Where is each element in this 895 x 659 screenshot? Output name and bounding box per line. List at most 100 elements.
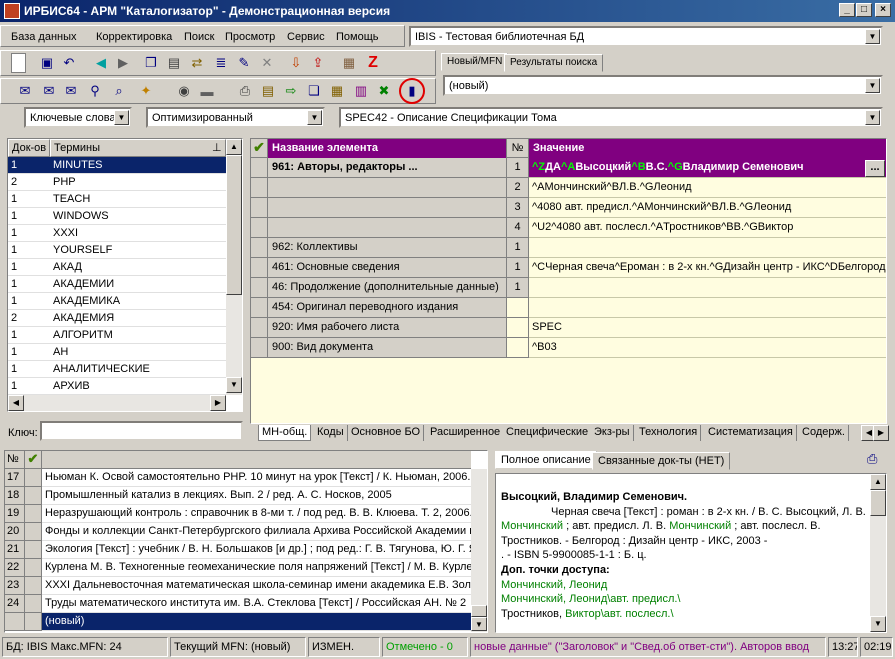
field-row[interactable]: 461: Основные сведения 1 ^CЧерная свеча^Eр… xyxy=(251,258,886,278)
chevron-down-icon[interactable]: ▼ xyxy=(865,29,880,44)
comment-add-icon[interactable]: ✉ xyxy=(39,81,59,101)
print-description-icon[interactable]: ⎙ xyxy=(867,451,885,469)
folder-icon[interactable]: ▬ xyxy=(197,81,217,101)
chevron-down-icon[interactable]: ▼ xyxy=(307,110,322,125)
field-row-marker[interactable] xyxy=(251,298,268,318)
scroll-down-icon[interactable]: ▼ xyxy=(226,377,242,393)
table-icon[interactable]: ▦ xyxy=(327,81,347,101)
output-icon[interactable]: ⇨ xyxy=(281,81,301,101)
search-mode-select[interactable]: Ключевые слова ▼ xyxy=(24,107,132,128)
field-row[interactable]: 900: Вид документа ^B03 xyxy=(251,338,886,358)
scroll-left-icon[interactable]: ◀ xyxy=(8,395,24,411)
term-row[interactable]: 1 WINDOWS xyxy=(8,208,226,225)
document-row[interactable]: 22 Курлена М. В. Техногенные геомеханичес… xyxy=(5,559,471,577)
tab-search-results[interactable]: Результаты поиска xyxy=(504,54,604,72)
term-row[interactable]: 1 АКАДЕМИКА xyxy=(8,293,226,310)
document-checkbox[interactable] xyxy=(25,595,42,613)
document-row[interactable]: 18 Промышленный катализ в лекциях. Вып. 2… xyxy=(5,487,471,505)
desc-access-3-link[interactable]: Виктор\авт. послесл.\ xyxy=(565,608,673,620)
description-scrollbar[interactable]: ▲ ▼ xyxy=(870,474,886,632)
term-row[interactable]: 1 АКАДЕМИИ xyxy=(8,276,226,293)
term-row[interactable]: 1 TEACH xyxy=(8,191,226,208)
tab-systematization[interactable]: Систематизация xyxy=(705,425,797,441)
term-row[interactable]: 1 АЛГОРИТМ xyxy=(8,327,226,344)
copy-icon[interactable]: ❏ xyxy=(304,81,324,101)
desc-access-2[interactable]: Мончинский, Леонид\авт. предисл.\ xyxy=(501,592,881,607)
arrow-left-icon[interactable]: ◀ xyxy=(91,53,111,73)
term-row[interactable]: 2 PHP xyxy=(8,174,226,191)
check-all-icon[interactable]: ✔ xyxy=(251,139,268,158)
field-value[interactable]: ^4080 авт. предисл.^AМончинский^BЛ.В.^GЛ… xyxy=(529,198,886,218)
col-field-value[interactable]: Значение xyxy=(529,139,886,158)
field-row-marker[interactable] xyxy=(251,238,268,258)
stack-records-icon[interactable]: ▤ xyxy=(164,53,184,73)
document-checkbox[interactable] xyxy=(25,559,42,577)
menu-search[interactable]: Поиск xyxy=(184,31,214,43)
field-value[interactable]: ^CЧерная свеча^Eроман : в 2-х кн.^GДизай… xyxy=(529,258,886,278)
document-checkbox[interactable] xyxy=(25,541,42,559)
worksheet-select[interactable]: SPEC42 - Описание Спецификации Тома ▼ xyxy=(339,107,883,128)
undo-icon[interactable]: ↶ xyxy=(59,53,79,73)
close-button[interactable]: × xyxy=(875,3,891,17)
field-value[interactable]: ^AМончинский^BЛ.В.^GЛеонид xyxy=(529,178,886,198)
field-row-marker[interactable] xyxy=(251,198,268,218)
arrow-right-icon[interactable]: ▶ xyxy=(113,53,133,73)
scroll-thumb[interactable] xyxy=(226,155,242,295)
menu-service[interactable]: Сервис xyxy=(287,31,325,43)
scroll-down-icon[interactable]: ▼ xyxy=(471,617,487,631)
field-row[interactable]: 962: Коллективы 1 xyxy=(251,238,886,258)
term-row[interactable]: 1 АНАЛИТИЧЕСКИЕ xyxy=(8,361,226,378)
col-doc-count[interactable]: Док-ов xyxy=(8,139,50,157)
document-row[interactable]: 21 Экология [Текст] : учебник / В. Н. Бол… xyxy=(5,541,471,559)
document-checkbox[interactable] xyxy=(25,613,42,631)
key-input[interactable] xyxy=(40,421,243,441)
chevron-down-icon[interactable]: ▼ xyxy=(865,78,880,93)
field-row-marker[interactable] xyxy=(251,278,268,298)
chevron-down-icon[interactable]: ▼ xyxy=(865,110,880,125)
view-icon[interactable]: ◉ xyxy=(174,81,194,101)
tab-scroll-right-icon[interactable]: ▶ xyxy=(873,425,889,441)
term-row[interactable]: 2 АКАДЕМИЯ xyxy=(8,310,226,327)
field-row-marker[interactable] xyxy=(251,178,268,198)
document-checkbox[interactable] xyxy=(25,505,42,523)
term-row[interactable]: 1 XXXI xyxy=(8,225,226,242)
save-icon[interactable]: ▣ xyxy=(37,53,57,73)
document-row[interactable]: 20 Фонды и коллекции Санкт-Петербургского… xyxy=(5,523,471,541)
print-icon[interactable]: ⎙ xyxy=(235,81,255,101)
field-edit-ellipsis-button[interactable]: ... xyxy=(865,160,885,177)
stats-icon[interactable]: ▥ xyxy=(351,81,371,101)
field-row-marker[interactable] xyxy=(251,318,268,338)
term-row[interactable]: 1 АН xyxy=(8,344,226,361)
document-checkbox[interactable] xyxy=(25,523,42,541)
export-icon[interactable]: ⇪ xyxy=(308,53,328,73)
field-row[interactable]: 961: Авторы, редакторы ... 1 ^ZДА^AВысоцки… xyxy=(251,158,886,178)
help-book-icon[interactable]: ▮ xyxy=(399,78,425,104)
maximize-button[interactable]: □ xyxy=(856,3,872,17)
document-row[interactable]: 24 Труды математического института им. В.… xyxy=(5,595,471,613)
docs-scrollbar[interactable]: ▼ xyxy=(471,469,487,632)
pin-icon[interactable]: ⊥ xyxy=(210,140,224,156)
field-value[interactable] xyxy=(529,278,886,298)
docs-check-icon[interactable]: ✔ xyxy=(25,451,42,469)
scroll-right-icon[interactable]: ▶ xyxy=(210,395,226,411)
new-record-select[interactable]: (новый) ▼ xyxy=(443,75,883,96)
tab-technology[interactable]: Технология xyxy=(636,425,702,441)
search-doc-icon[interactable]: ⌕ xyxy=(109,81,129,101)
tab-linked-docs[interactable]: Связанные док-ты (НЕТ) xyxy=(592,452,731,470)
terms-hscrollbar[interactable]: ◀ ▶ xyxy=(8,395,226,411)
scroll-up-icon[interactable]: ▲ xyxy=(870,474,886,490)
col-field-num[interactable]: № xyxy=(507,139,529,158)
field-row-marker[interactable] xyxy=(251,258,268,278)
field-row[interactable]: 920: Имя рабочего листа SPEC xyxy=(251,318,886,338)
desc-link-monchinsky-2[interactable]: Мончинский xyxy=(669,520,731,532)
field-row-marker[interactable] xyxy=(251,218,268,238)
copy-record-icon[interactable]: ❐ xyxy=(141,53,161,73)
minimize-button[interactable]: _ xyxy=(839,3,855,17)
tab-extended[interactable]: Расширенное xyxy=(427,425,505,441)
tab-codes[interactable]: Коды xyxy=(314,425,348,441)
menu-view[interactable]: Просмотр xyxy=(225,31,275,43)
col-terms[interactable]: Термины xyxy=(50,139,226,157)
scroll-thumb[interactable] xyxy=(471,605,487,617)
z-server-icon[interactable]: Z xyxy=(363,53,383,73)
document-checkbox[interactable] xyxy=(25,469,42,487)
